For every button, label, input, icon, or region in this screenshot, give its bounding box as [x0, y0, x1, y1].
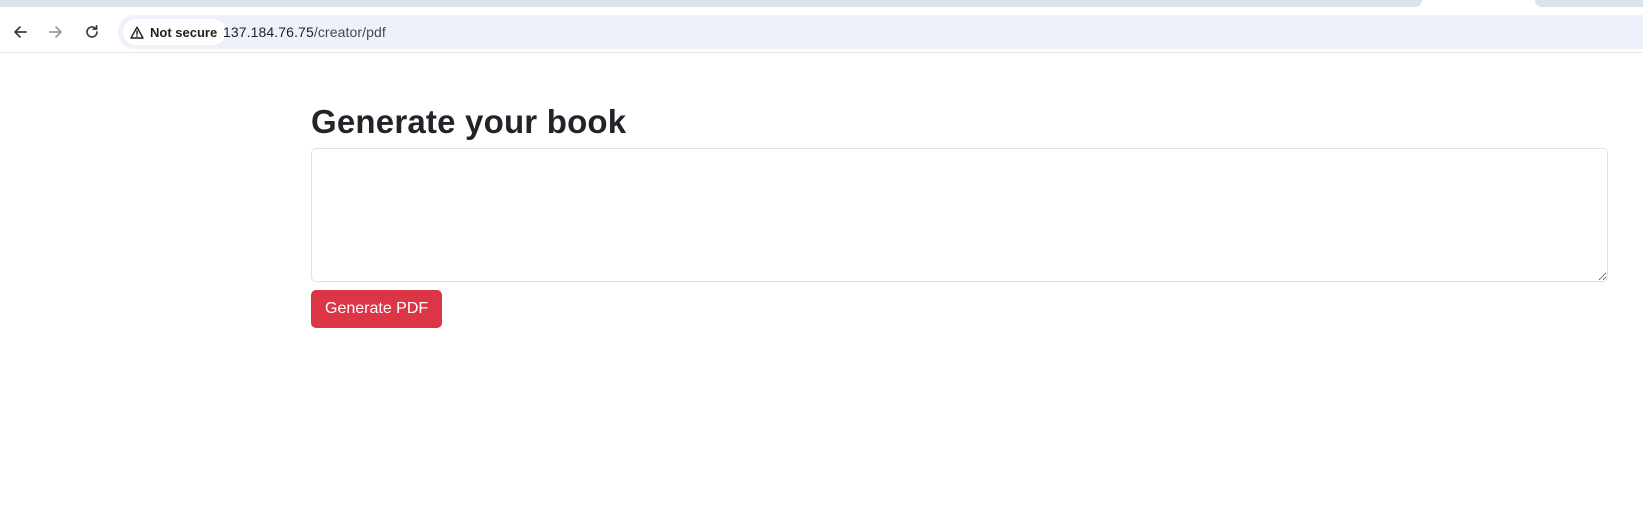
back-button[interactable]: [6, 18, 34, 46]
inactive-tabs-area[interactable]: [0, 0, 1422, 7]
forward-button[interactable]: [42, 18, 70, 46]
reload-button[interactable]: [78, 18, 106, 46]
url-host: 137.184.76.75: [223, 24, 314, 40]
warning-triangle-icon: [130, 26, 144, 39]
page-title: Generate your book: [311, 103, 627, 140]
generate-pdf-button[interactable]: Generate PDF: [311, 290, 443, 328]
browser-toolbar: Not secure 137.184.76.75/creator/pdf: [0, 12, 1643, 53]
url-path: /creator/pdf: [313, 24, 386, 40]
inactive-tab[interactable]: [1535, 0, 1643, 7]
reload-icon: [86, 24, 98, 38]
arrow-left-icon: [14, 26, 27, 38]
security-label: Not secure: [150, 24, 218, 40]
url-text[interactable]: 137.184.76.75/creator/pdf: [223, 15, 386, 49]
security-indicator[interactable]: Not secure: [123, 19, 227, 45]
book-text-input[interactable]: [311, 148, 1608, 282]
arrow-right-icon: [49, 26, 62, 38]
address-bar[interactable]: Not secure 137.184.76.75/creator/pdf: [118, 15, 1643, 49]
page-content: Generate your book Generate PDF: [311, 100, 1608, 328]
tab-strip: [0, 0, 1643, 12]
